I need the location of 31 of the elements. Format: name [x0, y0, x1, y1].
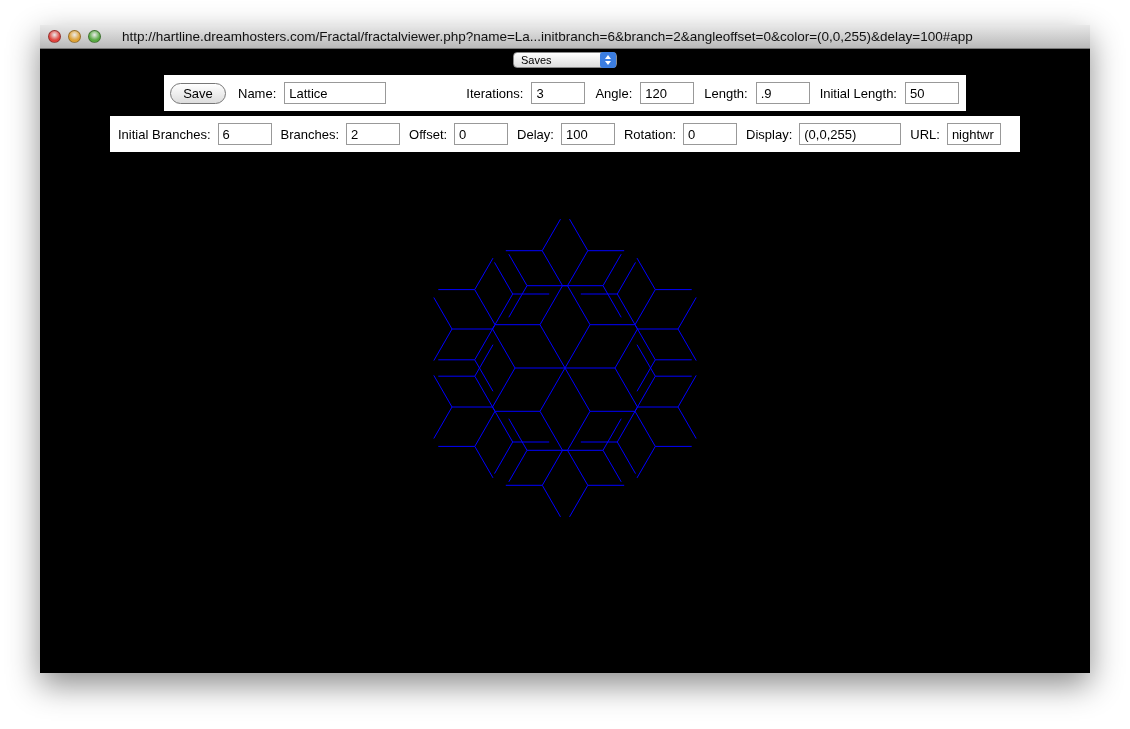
input-field[interactable]: Lattice: [284, 82, 387, 104]
select-arrows-icon: [600, 52, 616, 68]
field-label: Rotation:: [623, 126, 676, 142]
field-label: Initial Branches:: [118, 126, 211, 142]
input-field[interactable]: (0,0,255): [799, 123, 902, 145]
zoom-icon[interactable]: [88, 30, 101, 43]
input-field[interactable]: 120: [640, 82, 695, 104]
saves-select[interactable]: Saves: [513, 52, 617, 68]
input-field[interactable]: 0: [683, 123, 737, 145]
field-label: Initial Length:: [819, 85, 897, 101]
input-field[interactable]: 0: [454, 123, 509, 145]
field-label: Length:: [704, 85, 748, 101]
input-field[interactable]: 3: [531, 82, 586, 104]
input-field[interactable]: 2: [346, 123, 401, 145]
field-label: Offset:: [409, 126, 448, 142]
save-button[interactable]: Save: [170, 82, 226, 104]
field-label: Delay:: [517, 126, 554, 142]
input-field[interactable]: nightwr: [946, 123, 1001, 145]
close-icon[interactable]: [48, 30, 61, 43]
input-field[interactable]: 100: [560, 123, 615, 145]
field-label: Iterations:: [466, 85, 524, 101]
input-field[interactable]: .9: [755, 82, 810, 104]
input-field[interactable]: 50: [905, 82, 959, 104]
field-label: Branches:: [280, 126, 340, 142]
minimize-icon[interactable]: [68, 30, 81, 43]
field-label: Angle:: [595, 85, 633, 101]
field-label: URL:: [910, 126, 940, 142]
field-label: Name:: [238, 85, 277, 101]
field-label: Display:: [746, 126, 793, 142]
window-title: http://hartline.dreamhosters.com/Fractal/fractalviewer.php?name=La...initbranch=6&branch=2&angleoffset=0&color=(0,0,255)&delay=100#app: [122, 29, 973, 44]
input-field[interactable]: 6: [217, 123, 272, 145]
